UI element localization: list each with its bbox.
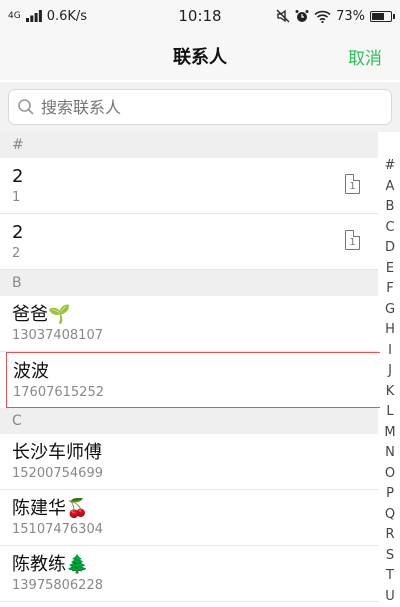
index-letter[interactable]: L xyxy=(386,402,393,423)
mute-icon xyxy=(276,9,290,23)
signal-icon xyxy=(25,10,42,22)
search-input[interactable] xyxy=(41,97,361,117)
index-letter[interactable]: B xyxy=(386,197,395,218)
contact-row[interactable]: 长沙车师傅 15200754699 xyxy=(0,434,378,490)
contact-row[interactable]: 波波 17607615252 xyxy=(6,352,383,408)
contact-row[interactable]: 爸爸🌱 13037408107 xyxy=(0,296,378,352)
wifi-icon xyxy=(314,10,331,23)
index-letter[interactable]: H xyxy=(385,320,395,341)
cancel-button[interactable]: 取消 xyxy=(348,44,382,69)
index-letter[interactable]: I xyxy=(388,341,392,362)
battery-fill xyxy=(372,12,385,20)
section-header: # xyxy=(0,132,378,158)
index-letter[interactable]: J xyxy=(388,361,392,382)
contact-name: 波波 xyxy=(13,360,49,382)
index-letter[interactable]: F xyxy=(386,279,393,300)
status-right: 73% xyxy=(276,8,395,24)
contact-number: 13037408107 xyxy=(12,328,103,343)
index-letter[interactable]: C xyxy=(385,218,394,239)
index-letter[interactable]: R xyxy=(385,525,394,546)
contact-row[interactable]: 陈教练🌲 13975806228 xyxy=(0,546,378,602)
section-header: B xyxy=(0,270,378,296)
search-icon xyxy=(18,99,34,115)
contact-row[interactable]: 2 2 1 xyxy=(0,214,378,270)
contact-number: 15200754699 xyxy=(12,466,103,481)
contact-row[interactable]: 陈建华🍒 15107476304 xyxy=(0,490,378,546)
index-letter[interactable]: K xyxy=(386,382,395,403)
contact-list: #2 1 1 2 2 1 B 爸爸🌱 13037408107 波波 17607615252 C 长沙车师… xyxy=(0,132,383,602)
index-letter[interactable]: M xyxy=(384,423,395,444)
page-title: 联系人 xyxy=(173,47,227,68)
index-letter[interactable]: # xyxy=(385,156,396,177)
contact-name: 爸爸🌱 xyxy=(12,304,71,325)
index-letter[interactable]: U xyxy=(385,587,395,607)
index-letter[interactable]: T xyxy=(386,566,394,587)
battery-percent: 73% xyxy=(336,8,365,24)
contact-name: 2 xyxy=(12,222,24,243)
index-letter[interactable]: A xyxy=(386,177,395,198)
search-bar xyxy=(0,82,400,132)
battery-icon xyxy=(370,10,395,22)
index-letter[interactable]: N xyxy=(385,443,395,464)
index-letter[interactable]: G xyxy=(385,300,395,321)
contact-number: 1 xyxy=(12,190,21,205)
contact-name: 陈建华🍒 xyxy=(12,498,89,519)
index-letter[interactable]: E xyxy=(386,259,394,280)
alphabet-index[interactable]: # A B C D E F G H I J K L M N O P Q R S T U xyxy=(380,156,400,607)
contact-number: 15107476304 xyxy=(12,522,103,537)
contact-name: 长沙车师傅 xyxy=(12,442,102,463)
contact-number: 2 xyxy=(12,246,21,261)
network-type: 4G xyxy=(8,11,21,21)
contact-number: 17607615252 xyxy=(13,384,104,400)
alarm-icon xyxy=(295,10,309,22)
index-letter[interactable]: O xyxy=(385,464,395,485)
index-letter[interactable]: P xyxy=(386,484,394,505)
network-speed: 0.6K/s xyxy=(46,8,88,24)
contact-name: 2 xyxy=(12,166,24,187)
contact-name: 陈教练🌲 xyxy=(12,554,89,575)
index-letter[interactable]: Q xyxy=(385,505,395,526)
index-letter[interactable]: D xyxy=(385,238,395,259)
contact-row[interactable]: 2 1 1 xyxy=(0,158,378,214)
status-left: 4G 0.6K/s xyxy=(8,9,87,24)
sim-card-icon: 1 xyxy=(345,174,360,194)
contact-number: 13975806228 xyxy=(12,578,103,593)
sim-card-icon: 1 xyxy=(345,230,360,250)
status-bar: 4G 0.6K/s 10:18 73% xyxy=(0,0,400,32)
index-letter[interactable]: S xyxy=(386,546,394,567)
section-header: C xyxy=(0,408,378,434)
search-box[interactable] xyxy=(8,89,392,125)
nav-bar: 联系人 取消 xyxy=(0,32,400,80)
